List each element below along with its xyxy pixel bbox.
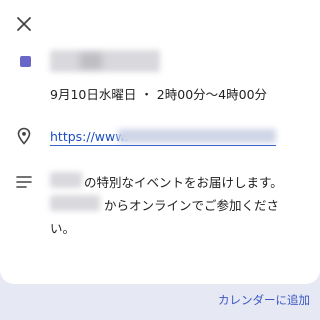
close-button[interactable] xyxy=(12,12,36,36)
description-redacted-1 xyxy=(50,172,82,188)
description-line-1: の特別なイベントをお届けします。 xyxy=(84,175,283,190)
event-title-redacted xyxy=(50,50,160,72)
event-datetime: 9月10日水曜日 ・ 2時00分～4時00分 xyxy=(50,87,268,102)
add-to-calendar-button[interactable]: カレンダーに追加 xyxy=(218,292,310,308)
location-pin-icon xyxy=(17,127,31,145)
notes-icon xyxy=(16,176,32,188)
location-link-redacted xyxy=(118,129,276,143)
event-detail-sheet: 9月10日水曜日 ・ 2時00分～4時00分 https://www. の特別な… xyxy=(0,0,320,284)
location-link[interactable]: https://www. xyxy=(50,129,128,144)
close-icon xyxy=(17,17,31,31)
description-line-3: い。 xyxy=(50,221,76,236)
description-line-2: からオンラインでご参加くださ xyxy=(104,198,280,213)
description-redacted-2 xyxy=(50,195,100,211)
event-color-swatch xyxy=(20,56,31,67)
location-link-underline xyxy=(50,145,276,146)
